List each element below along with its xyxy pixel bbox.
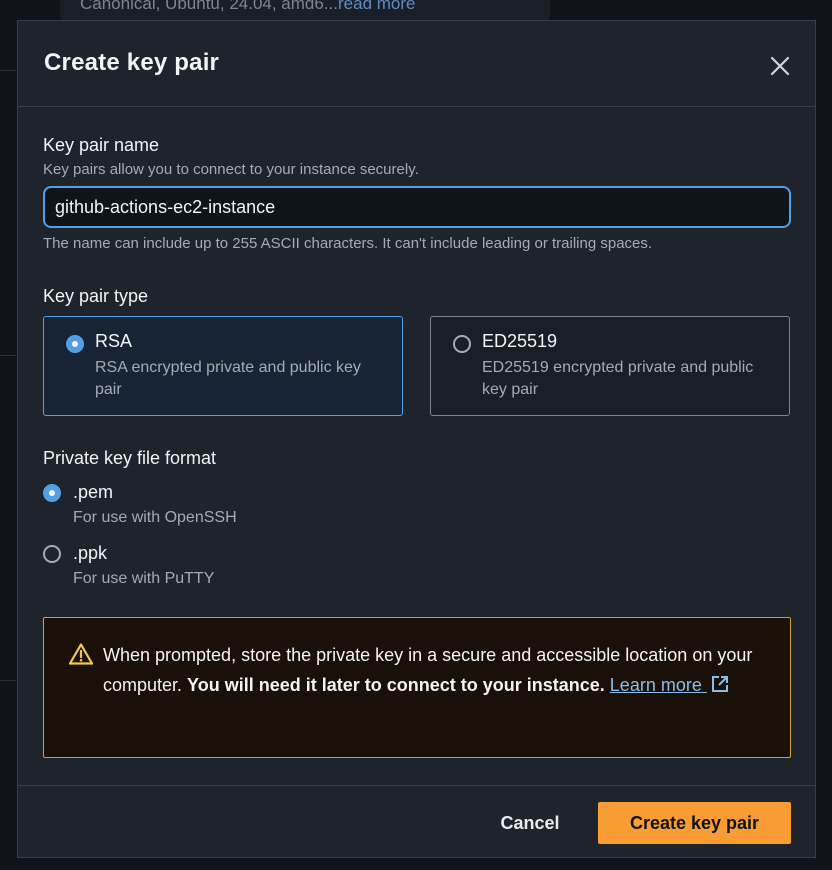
ppk-title: .ppk — [73, 543, 108, 563]
background-divider — [0, 355, 16, 356]
modal-title: Create key pair — [44, 49, 220, 76]
pem-description: For use with OpenSSH — [73, 509, 237, 526]
key-type-tile-rsa[interactable]: RSA RSA encrypted private and public key… — [43, 316, 403, 416]
ed25519-title: ED25519 — [482, 331, 558, 351]
create-key-pair-button[interactable]: Create key pair — [598, 802, 791, 844]
background-divider — [0, 680, 16, 681]
ppk-description: For use with PuTTY — [73, 570, 215, 587]
ed25519-radio[interactable] — [453, 335, 471, 353]
background-read-more-link[interactable]: read more — [338, 0, 415, 13]
background-divider — [0, 70, 16, 71]
modal-footer: Cancel Create key pair — [18, 785, 815, 859]
key-pair-name-label: Key pair name — [43, 135, 160, 155]
warning-alert: When prompted, store the private key in … — [43, 617, 791, 758]
pem-radio[interactable] — [43, 484, 61, 502]
external-link-icon — [711, 676, 728, 692]
ppk-radio[interactable] — [43, 545, 61, 563]
close-button[interactable] — [765, 51, 795, 81]
private-key-format-label: Private key file format — [43, 448, 217, 468]
key-pair-name-description: Key pairs allow you to connect to your i… — [43, 161, 419, 178]
warning-icon — [69, 643, 93, 665]
key-type-tile-ed25519[interactable]: ED25519 ED25519 encrypted private and pu… — [430, 316, 790, 416]
learn-more-link[interactable]: Learn more — [610, 675, 729, 695]
rsa-description: RSA encrypted private and public key pai… — [95, 359, 361, 398]
background-ami-description: Canonical, Ubuntu, 24.04, amd6...read mo… — [80, 0, 415, 14]
close-icon — [770, 56, 790, 76]
key-pair-type-label: Key pair type — [43, 286, 149, 306]
key-pair-name-constraint: The name can include up to 255 ASCII cha… — [43, 235, 653, 252]
cancel-button[interactable]: Cancel — [485, 802, 575, 844]
alert-text-bold: You will need it later to connect to you… — [187, 675, 605, 695]
key-pair-name-input[interactable] — [43, 186, 791, 228]
ed25519-description: ED25519 encrypted private and public key… — [482, 359, 754, 398]
create-key-pair-modal: Create key pair Key pair name Key pairs … — [17, 20, 816, 858]
rsa-radio[interactable] — [66, 335, 84, 353]
warning-alert-text: When prompted, store the private key in … — [103, 640, 763, 700]
pem-title: .pem — [73, 482, 114, 502]
modal-header: Create key pair — [18, 21, 815, 107]
rsa-title: RSA — [95, 331, 133, 351]
